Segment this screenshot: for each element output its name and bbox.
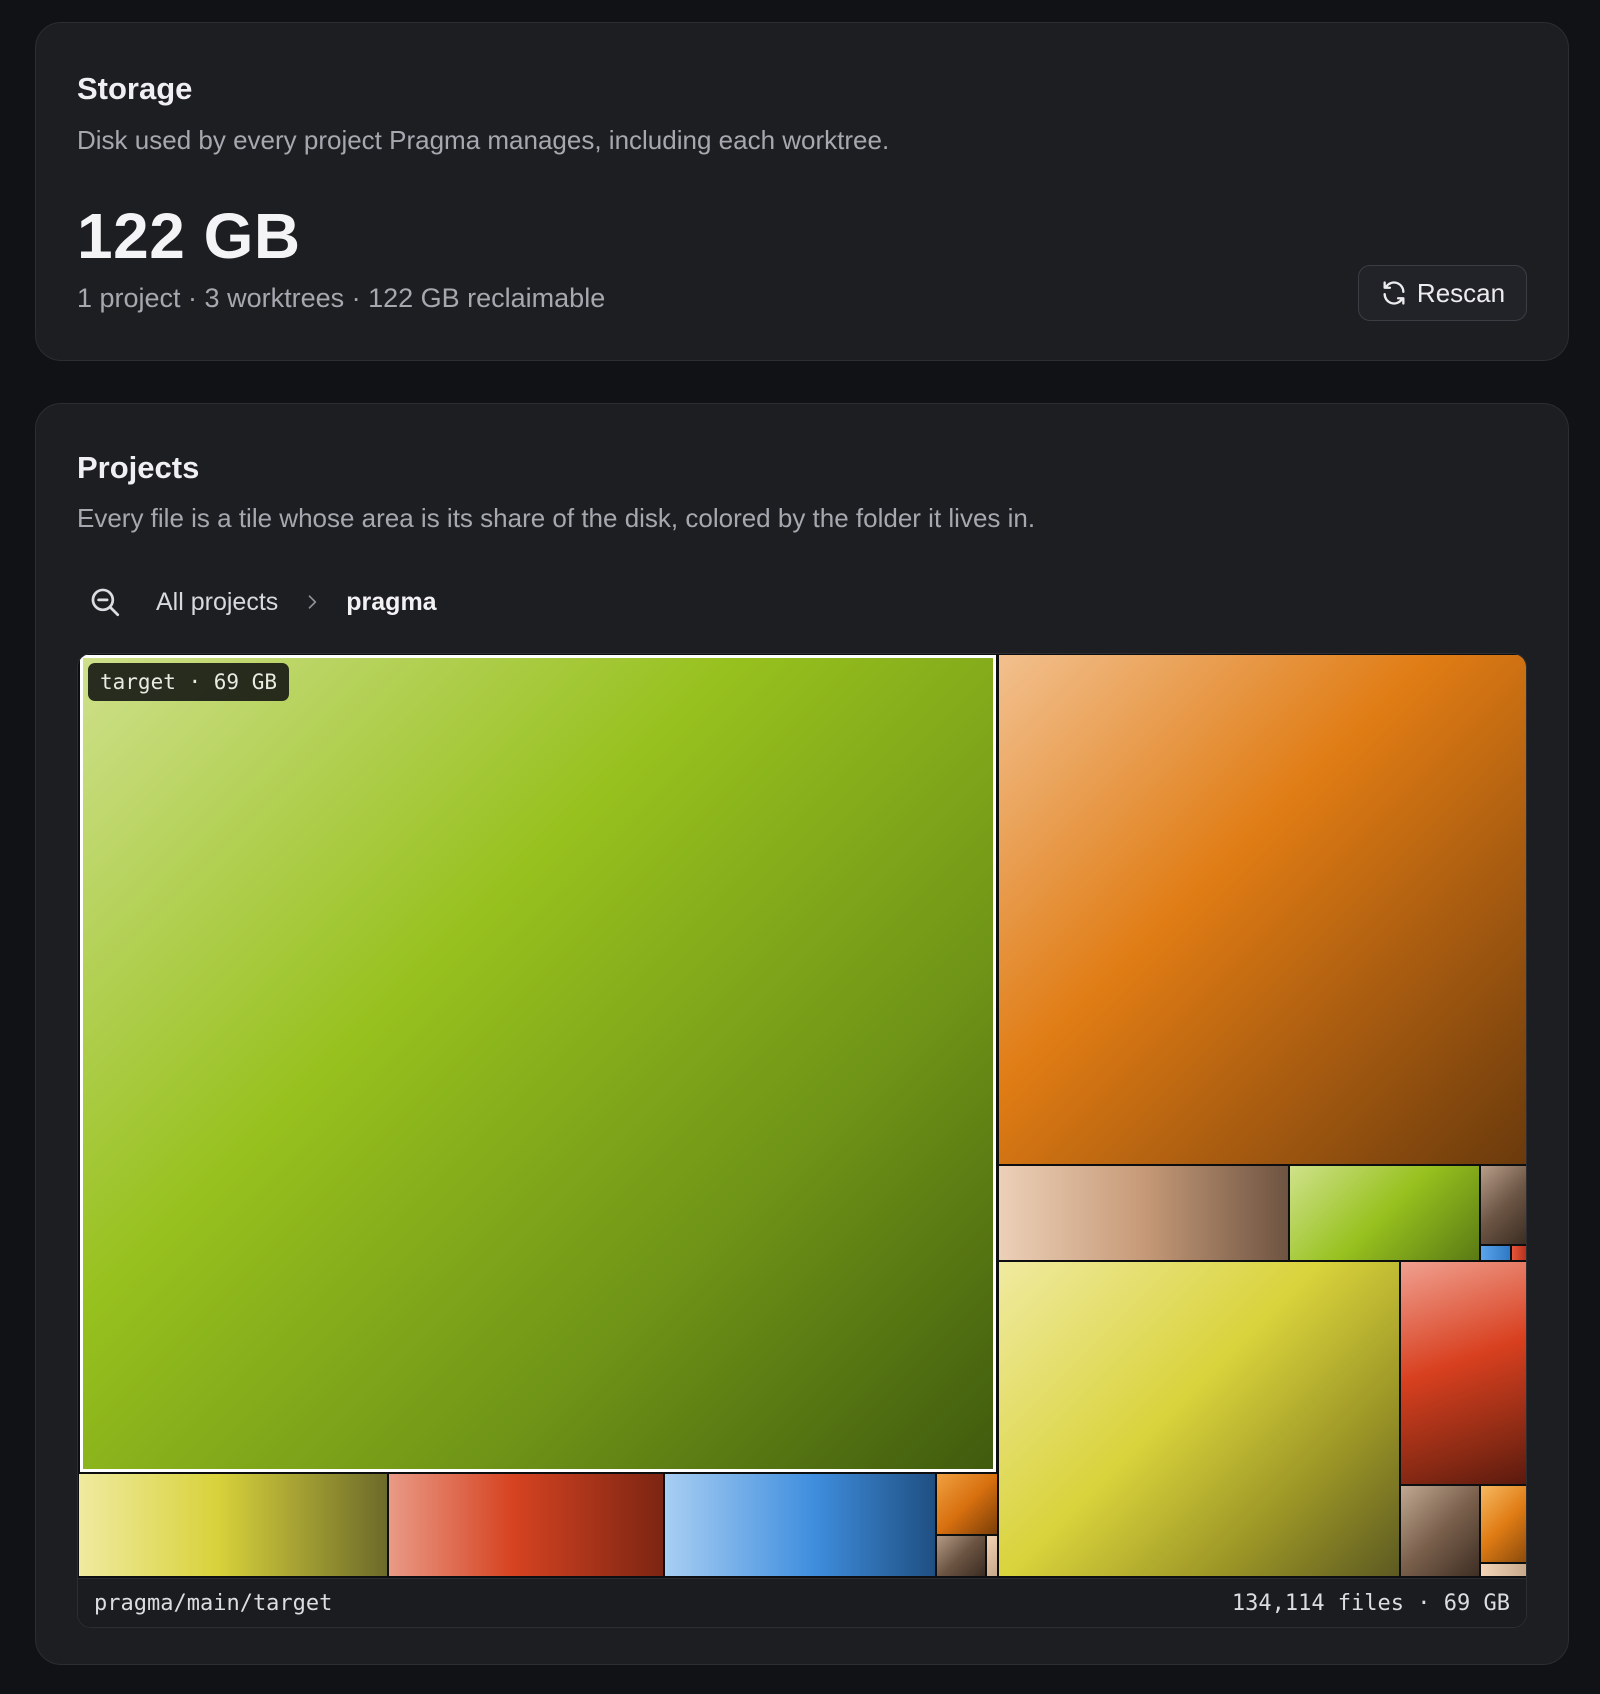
breadcrumb: All projects pragma bbox=[88, 582, 437, 622]
treemap-tile[interactable] bbox=[79, 1474, 387, 1576]
zoom-out-icon[interactable] bbox=[88, 585, 122, 619]
projects-subtitle: Every file is a tile whose area is its s… bbox=[77, 503, 1036, 533]
treemap-tile[interactable] bbox=[389, 1474, 663, 1576]
treemap-tile[interactable] bbox=[937, 1536, 985, 1576]
treemap-tile[interactable] bbox=[1481, 1166, 1526, 1244]
treemap-tile[interactable] bbox=[987, 1536, 997, 1576]
storage-treemap[interactable]: target · 69 GB pragma/main/target 134,11… bbox=[77, 653, 1527, 1628]
storage-subtitle: Disk used by every project Pragma manage… bbox=[77, 125, 890, 155]
treemap-tile[interactable] bbox=[1481, 1246, 1510, 1260]
breadcrumb-current: pragma bbox=[346, 587, 437, 616]
treemap-footer-stats: 134,114 files · 69 GB bbox=[1231, 1590, 1510, 1616]
treemap-footer: pragma/main/target 134,114 files · 69 GB bbox=[78, 1578, 1526, 1627]
rescan-label: Rescan bbox=[1416, 277, 1506, 308]
refresh-icon bbox=[1383, 281, 1405, 305]
projects-title: Projects bbox=[77, 450, 200, 485]
chevron-right-icon bbox=[308, 595, 317, 609]
treemap-tile[interactable] bbox=[999, 1166, 1288, 1260]
treemap-tile[interactable] bbox=[665, 1474, 935, 1576]
treemap-tile-label: target · 69 GB bbox=[88, 663, 290, 701]
storage-card: Storage Disk used by every project Pragm… bbox=[35, 22, 1569, 361]
rescan-button[interactable]: Rescan bbox=[1358, 265, 1527, 321]
treemap-tile[interactable] bbox=[937, 1474, 997, 1534]
treemap-tile[interactable] bbox=[1290, 1166, 1479, 1260]
breadcrumb-all-projects[interactable]: All projects bbox=[156, 588, 278, 617]
storage-summary: 1 project · 3 worktrees · 122 GB reclaim… bbox=[77, 283, 606, 313]
treemap-tile[interactable] bbox=[1512, 1246, 1526, 1260]
storage-title: Storage bbox=[77, 71, 193, 106]
treemap-tile[interactable] bbox=[999, 1262, 1399, 1576]
treemap-tile[interactable] bbox=[1481, 1486, 1526, 1562]
treemap-tile-target[interactable]: target · 69 GB bbox=[80, 655, 996, 1472]
treemap-footer-path: pragma/main/target bbox=[94, 1590, 333, 1616]
storage-total: 122 GB bbox=[77, 200, 301, 272]
treemap-tile[interactable] bbox=[1401, 1262, 1526, 1484]
treemap-tile[interactable] bbox=[1481, 1564, 1526, 1576]
treemap-tile[interactable] bbox=[999, 655, 1526, 1164]
projects-card: Projects Every file is a tile whose area… bbox=[35, 403, 1569, 1665]
treemap-tile[interactable] bbox=[1401, 1486, 1479, 1576]
